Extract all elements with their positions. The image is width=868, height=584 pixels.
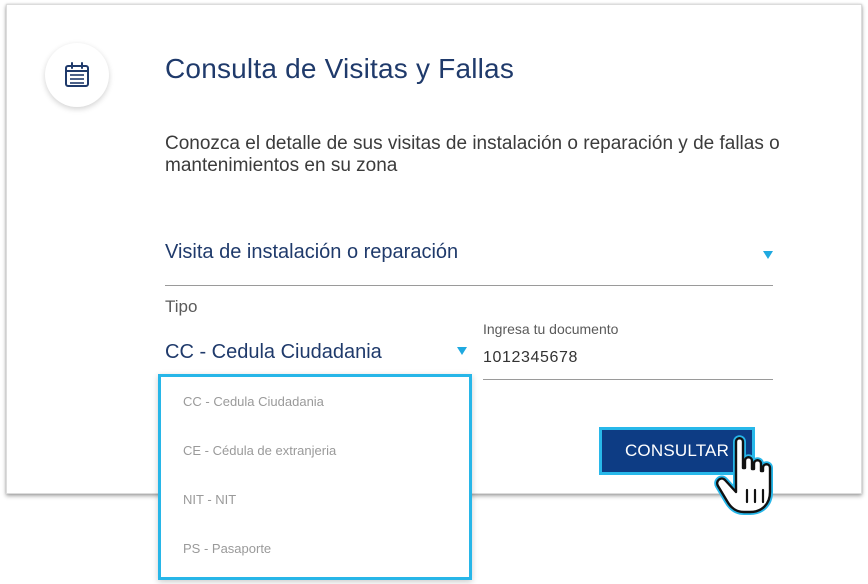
calendar-icon <box>65 62 89 87</box>
chevron-down-icon <box>763 251 773 259</box>
consultar-button[interactable]: CONSULTAR <box>599 427 755 475</box>
visit-type-value: Visita de instalación o reparación <box>165 241 459 263</box>
document-type-label: Tipo <box>165 297 198 316</box>
visit-type-select[interactable]: Visita de instalación o reparación <box>165 237 773 286</box>
document-type-dropdown: CC - Cedula Ciudadania CE - Cédula de ex… <box>158 374 472 580</box>
page: Consulta de Visitas y Fallas Conozca el … <box>0 0 868 584</box>
document-type-select[interactable]: CC - Cedula Ciudadania <box>165 339 467 369</box>
dropdown-option-ps[interactable]: PS - Pasaporte <box>161 524 469 573</box>
dropdown-option-nit[interactable]: NIT - NIT <box>161 475 469 524</box>
chevron-down-icon <box>457 347 467 355</box>
dropdown-option-ce[interactable]: CE - Cédula de extranjeria <box>161 426 469 475</box>
document-number-field: Ingresa tu documento <box>483 321 773 380</box>
page-description: Conozca el detalle de sus visitas de ins… <box>165 133 780 176</box>
document-type-value: CC - Cedula Ciudadania <box>165 341 382 363</box>
dropdown-option-cc[interactable]: CC - Cedula Ciudadania <box>161 377 469 426</box>
document-number-input[interactable] <box>483 349 763 367</box>
calendar-icon-badge <box>45 43 109 107</box>
page-title: Consulta de Visitas y Fallas <box>165 53 515 84</box>
document-number-label: Ingresa tu documento <box>483 321 619 337</box>
